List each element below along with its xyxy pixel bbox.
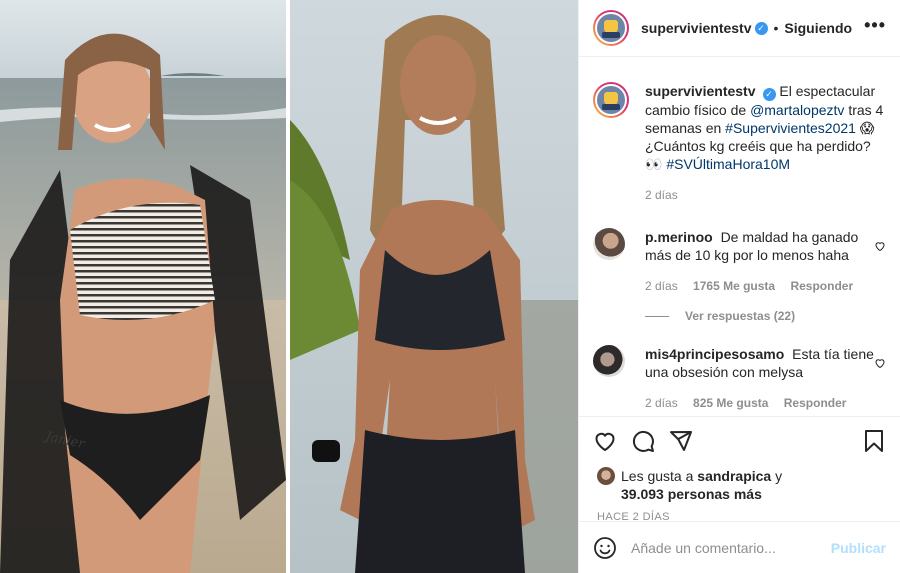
more-options-icon[interactable]: ••• [864,16,886,36]
likes-count[interactable]: 39.093 personas más [621,486,762,502]
caption-hashtag-2[interactable]: #SVÚltimaHora10M [666,156,790,172]
bookmark-icon[interactable] [862,429,886,453]
heart-icon[interactable] [593,429,617,453]
caption-meta: 2 días [645,186,885,204]
liker-avatar[interactable] [597,467,615,485]
caption-time[interactable]: 2 días [645,188,678,202]
caption-hashtag-1[interactable]: #Supervivientes2021 [725,120,856,136]
comment-meta: 2 días 825 Me gusta Responder [645,394,885,412]
reply-button[interactable]: Responder [790,279,853,293]
likes-summary: Les gusta a sandrapica y 39.093 personas… [593,467,886,503]
comment-item: mis4principesosamo Esta tía tiene una ob… [593,345,886,412]
comment-likes[interactable]: 1765 Me gusta [693,279,775,293]
comment-item: p.merinoo De maldad ha ganado más de 10 … [593,228,886,295]
account-avatar[interactable] [593,10,629,46]
replies-divider [645,315,669,317]
comment-body: mis4principesosamo Esta tía tiene una ob… [645,345,885,412]
header-user: supervivientestv ✓ • Siguiendo [641,20,852,36]
beach-photo-left: Janier [0,0,286,573]
share-icon[interactable] [669,429,693,453]
instagram-post: Janier supervivientestv ✓ • Siguiendo ••… [0,0,900,573]
caption: supervivientestv ✓ El espectacular cambio… [593,82,886,204]
comment-body: p.merinoo De maldad ha ganado más de 10 … [645,228,885,295]
post-header: supervivientestv ✓ • Siguiendo ••• [579,0,900,57]
add-comment-bar: Publicar [579,521,900,573]
heart-outline-icon[interactable] [874,357,886,369]
publish-button[interactable]: Publicar [831,540,886,556]
action-icons [593,427,886,455]
jungle-photo-right [290,0,578,573]
likes-prefix: Les gusta a [621,468,694,484]
view-replies-button[interactable]: Ver respuestas (22) [645,309,886,323]
heart-outline-icon[interactable] [874,240,886,252]
comment-avatar[interactable] [593,345,625,377]
reply-button[interactable]: Responder [784,396,847,410]
verified-badge-icon: ✓ [762,88,776,101]
likes-user[interactable]: sandrapica [697,468,771,484]
comment-username[interactable]: p.merinoo [645,229,713,245]
comment-meta: 2 días 1765 Me gusta Responder [645,277,885,295]
comment-likes[interactable]: 825 Me gusta [693,396,768,410]
header-separator: • [773,20,779,36]
comment-icon[interactable] [631,429,655,453]
caption-body: supervivientestv ✓ El espectacular cambio… [645,82,885,204]
post-panel: supervivientestv ✓ • Siguiendo ••• super… [578,0,900,573]
post-actions: Les gusta a sandrapica y 39.093 personas… [579,416,900,523]
following-button[interactable]: Siguiendo [784,20,852,36]
comment-input[interactable] [631,539,823,556]
likes-suffix: y [775,468,783,484]
caption-username[interactable]: supervivientestv [645,83,756,99]
verified-badge-icon: ✓ [754,21,768,35]
view-replies-label: Ver respuestas (22) [685,309,796,323]
emoji-icon[interactable] [593,536,617,560]
caption-avatar[interactable] [593,82,629,118]
comment-avatar[interactable] [593,228,625,260]
caption-mention[interactable]: @martalopeztv [750,102,844,118]
comment-time[interactable]: 2 días [645,396,678,410]
comment-username[interactable]: mis4principesosamo [645,346,784,362]
likes-text: Les gusta a sandrapica y 39.093 personas… [621,467,782,503]
comment-time[interactable]: 2 días [645,279,678,293]
photo-before: Janier [0,0,286,573]
photo-after [290,0,578,573]
post-media[interactable]: Janier [0,0,578,573]
header-username[interactable]: supervivientestv [641,20,752,36]
comments-list[interactable]: supervivientestv ✓ El espectacular cambio… [579,58,900,416]
